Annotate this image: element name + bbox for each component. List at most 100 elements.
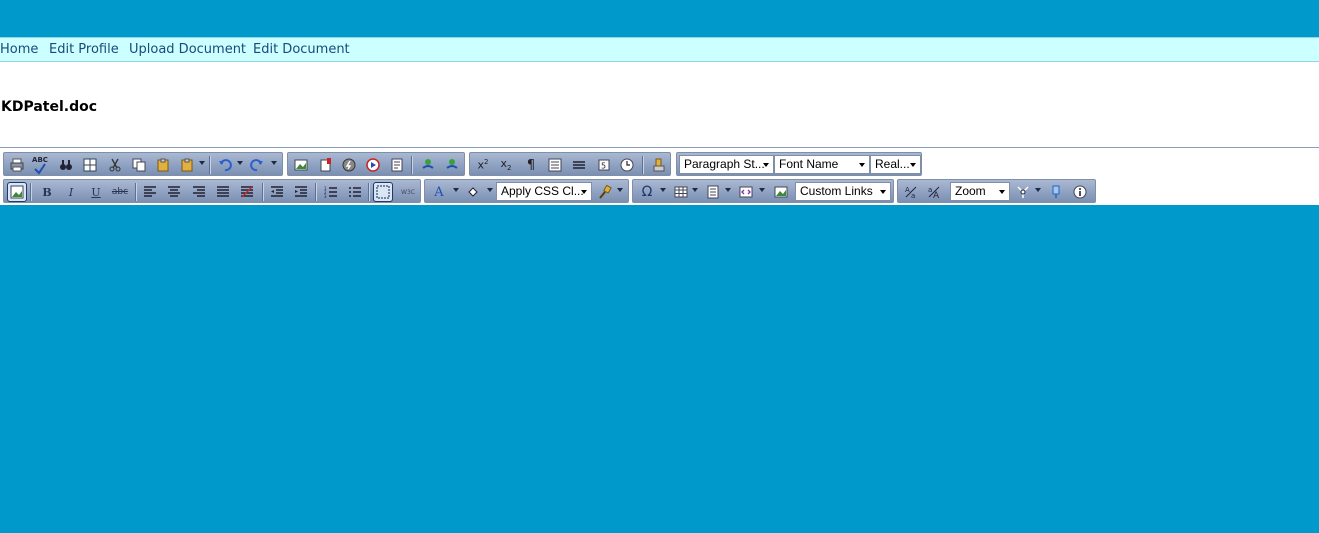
chevron-down-icon — [910, 163, 916, 167]
zoom-select[interactable]: Zoom — [950, 182, 1010, 201]
underline-button[interactable]: U — [87, 183, 105, 201]
toggle-borders-icon[interactable] — [373, 182, 393, 202]
paste-options-icon[interactable] — [178, 156, 196, 174]
flash-manager-icon[interactable] — [340, 156, 358, 174]
nav-edit-profile-link[interactable]: Edit Profile — [49, 42, 119, 57]
toolbar-separator — [30, 183, 31, 201]
subscript-icon[interactable]: x2 — [497, 156, 515, 174]
insert-time-icon[interactable] — [618, 156, 636, 174]
toggle-screen-mode-icon[interactable] — [1047, 183, 1065, 201]
media-manager-icon[interactable] — [364, 156, 382, 174]
toolbar-separator — [411, 156, 412, 174]
format-stripper-icon[interactable] — [650, 156, 668, 174]
insert-symbol-button[interactable]: Ω — [638, 183, 656, 201]
toolbar-group-view: Aa aA Zoom — [897, 179, 1096, 203]
paste-icon[interactable] — [154, 156, 172, 174]
undo-dropdown-arrow-icon[interactable] — [237, 161, 243, 165]
svg-text:a: a — [911, 192, 915, 199]
background-color-dropdown-arrow-icon[interactable] — [487, 188, 493, 192]
insert-table-dropdown-arrow-icon[interactable] — [692, 188, 698, 192]
toolbar-row-2: B I U abc 1 2 3 W3C A Apply CSS Cl... Ω … — [0, 177, 1319, 203]
paragraph-style-select[interactable]: Paragraph St... — [679, 155, 774, 174]
toolbar-group-insert — [287, 152, 465, 176]
nav-upload-document-link[interactable]: Upload Document — [129, 42, 246, 57]
convert-lowercase-icon[interactable]: Aa — [902, 183, 920, 201]
remove-link-icon[interactable] — [443, 156, 461, 174]
editor-content-area[interactable] — [0, 205, 1319, 533]
copy-icon[interactable] — [130, 156, 148, 174]
background-color-icon[interactable] — [464, 183, 482, 201]
insert-date-icon[interactable]: 5 — [595, 156, 613, 174]
superscript-icon[interactable]: x2 — [474, 156, 492, 174]
bold-button[interactable]: B — [38, 183, 56, 201]
insert-symbol-dropdown-arrow-icon[interactable] — [660, 188, 666, 192]
chevron-down-icon — [581, 190, 587, 194]
chevron-down-icon — [880, 190, 886, 194]
numbered-list-icon[interactable]: 123 — [322, 183, 340, 201]
snippets-dropdown-arrow-icon[interactable] — [725, 188, 731, 192]
main-nav: Home Edit Profile Upload Document Edit D… — [0, 37, 1319, 62]
module-manager-icon[interactable] — [1014, 183, 1032, 201]
redo-icon[interactable] — [248, 156, 266, 174]
font-name-select[interactable]: Font Name — [774, 155, 870, 174]
toolbar-group-style: A Apply CSS Cl... — [424, 179, 629, 203]
redo-dropdown-arrow-icon[interactable] — [271, 161, 277, 165]
undo-icon[interactable] — [216, 156, 234, 174]
svg-text:5: 5 — [601, 162, 606, 171]
template-manager-icon[interactable] — [388, 156, 406, 174]
strikethrough-button[interactable]: abc — [111, 183, 129, 201]
svg-text:a: a — [928, 186, 932, 194]
select-all-icon[interactable] — [81, 156, 99, 174]
paste-dropdown-arrow-icon[interactable] — [199, 161, 205, 165]
info-icon[interactable] — [1071, 183, 1089, 201]
custom-links-select[interactable]: Custom Links — [795, 182, 891, 201]
horizontal-rule-icon[interactable] — [570, 156, 588, 174]
nav-edit-document-link[interactable]: Edit Document — [253, 42, 350, 57]
italic-button[interactable]: I — [62, 183, 80, 201]
image-properties-icon[interactable] — [772, 183, 790, 201]
chevron-down-icon — [859, 163, 865, 167]
cut-icon[interactable] — [106, 156, 124, 174]
toolbar-group-dropdowns: Paragraph St... Font Name Real... — [676, 152, 922, 176]
toolbar-separator — [368, 183, 369, 201]
document-title: KDPatel.doc — [1, 99, 98, 115]
find-icon[interactable] — [57, 156, 75, 174]
foreground-color-dropdown-arrow-icon[interactable] — [453, 188, 459, 192]
convert-uppercase-icon[interactable]: aA — [925, 183, 943, 201]
module-manager-dropdown-arrow-icon[interactable] — [1035, 188, 1041, 192]
xhtml-validator-icon[interactable]: W3C — [399, 183, 417, 201]
spellcheck-icon[interactable]: ABC — [31, 156, 49, 175]
toolbar-group-text: B I U abc 1 2 3 W3C — [3, 179, 421, 203]
align-center-icon[interactable] — [165, 183, 183, 201]
format-brush-dropdown-arrow-icon[interactable] — [617, 188, 623, 192]
print-icon[interactable] — [8, 156, 26, 174]
font-size-select[interactable]: Real... — [870, 155, 921, 174]
align-right-icon[interactable] — [190, 183, 208, 201]
toolbar-group-tools: Ω Custom Links — [632, 179, 894, 203]
remove-alignment-icon[interactable] — [238, 183, 256, 201]
image-manager-icon[interactable] — [292, 156, 310, 174]
nav-home-link[interactable]: Home — [0, 42, 38, 57]
paragraph-mark-icon[interactable]: ¶ — [522, 156, 540, 174]
apply-css-class-select[interactable]: Apply CSS Cl... — [496, 182, 592, 201]
foreground-color-button[interactable]: A — [430, 183, 448, 201]
format-brush-icon[interactable] — [596, 183, 614, 201]
hyperlink-icon[interactable] — [419, 156, 437, 174]
chevron-down-icon — [763, 163, 769, 167]
custom-html-dropdown-arrow-icon[interactable] — [759, 188, 765, 192]
outdent-icon[interactable] — [268, 183, 286, 201]
toolbar-separator — [262, 183, 263, 201]
insert-table-icon[interactable] — [672, 183, 690, 201]
snippets-icon[interactable] — [704, 183, 722, 201]
bulleted-list-icon[interactable] — [346, 183, 364, 201]
toolbar-separator — [642, 156, 643, 174]
align-left-icon[interactable] — [141, 183, 159, 201]
indent-icon[interactable] — [292, 183, 310, 201]
image-map-icon[interactable] — [7, 182, 27, 202]
top-banner — [0, 0, 1319, 37]
custom-html-icon[interactable] — [737, 183, 755, 201]
justify-icon[interactable] — [214, 183, 232, 201]
svg-text:3: 3 — [324, 194, 327, 199]
document-manager-icon[interactable] — [317, 156, 335, 174]
form-element-icon[interactable] — [546, 156, 564, 174]
